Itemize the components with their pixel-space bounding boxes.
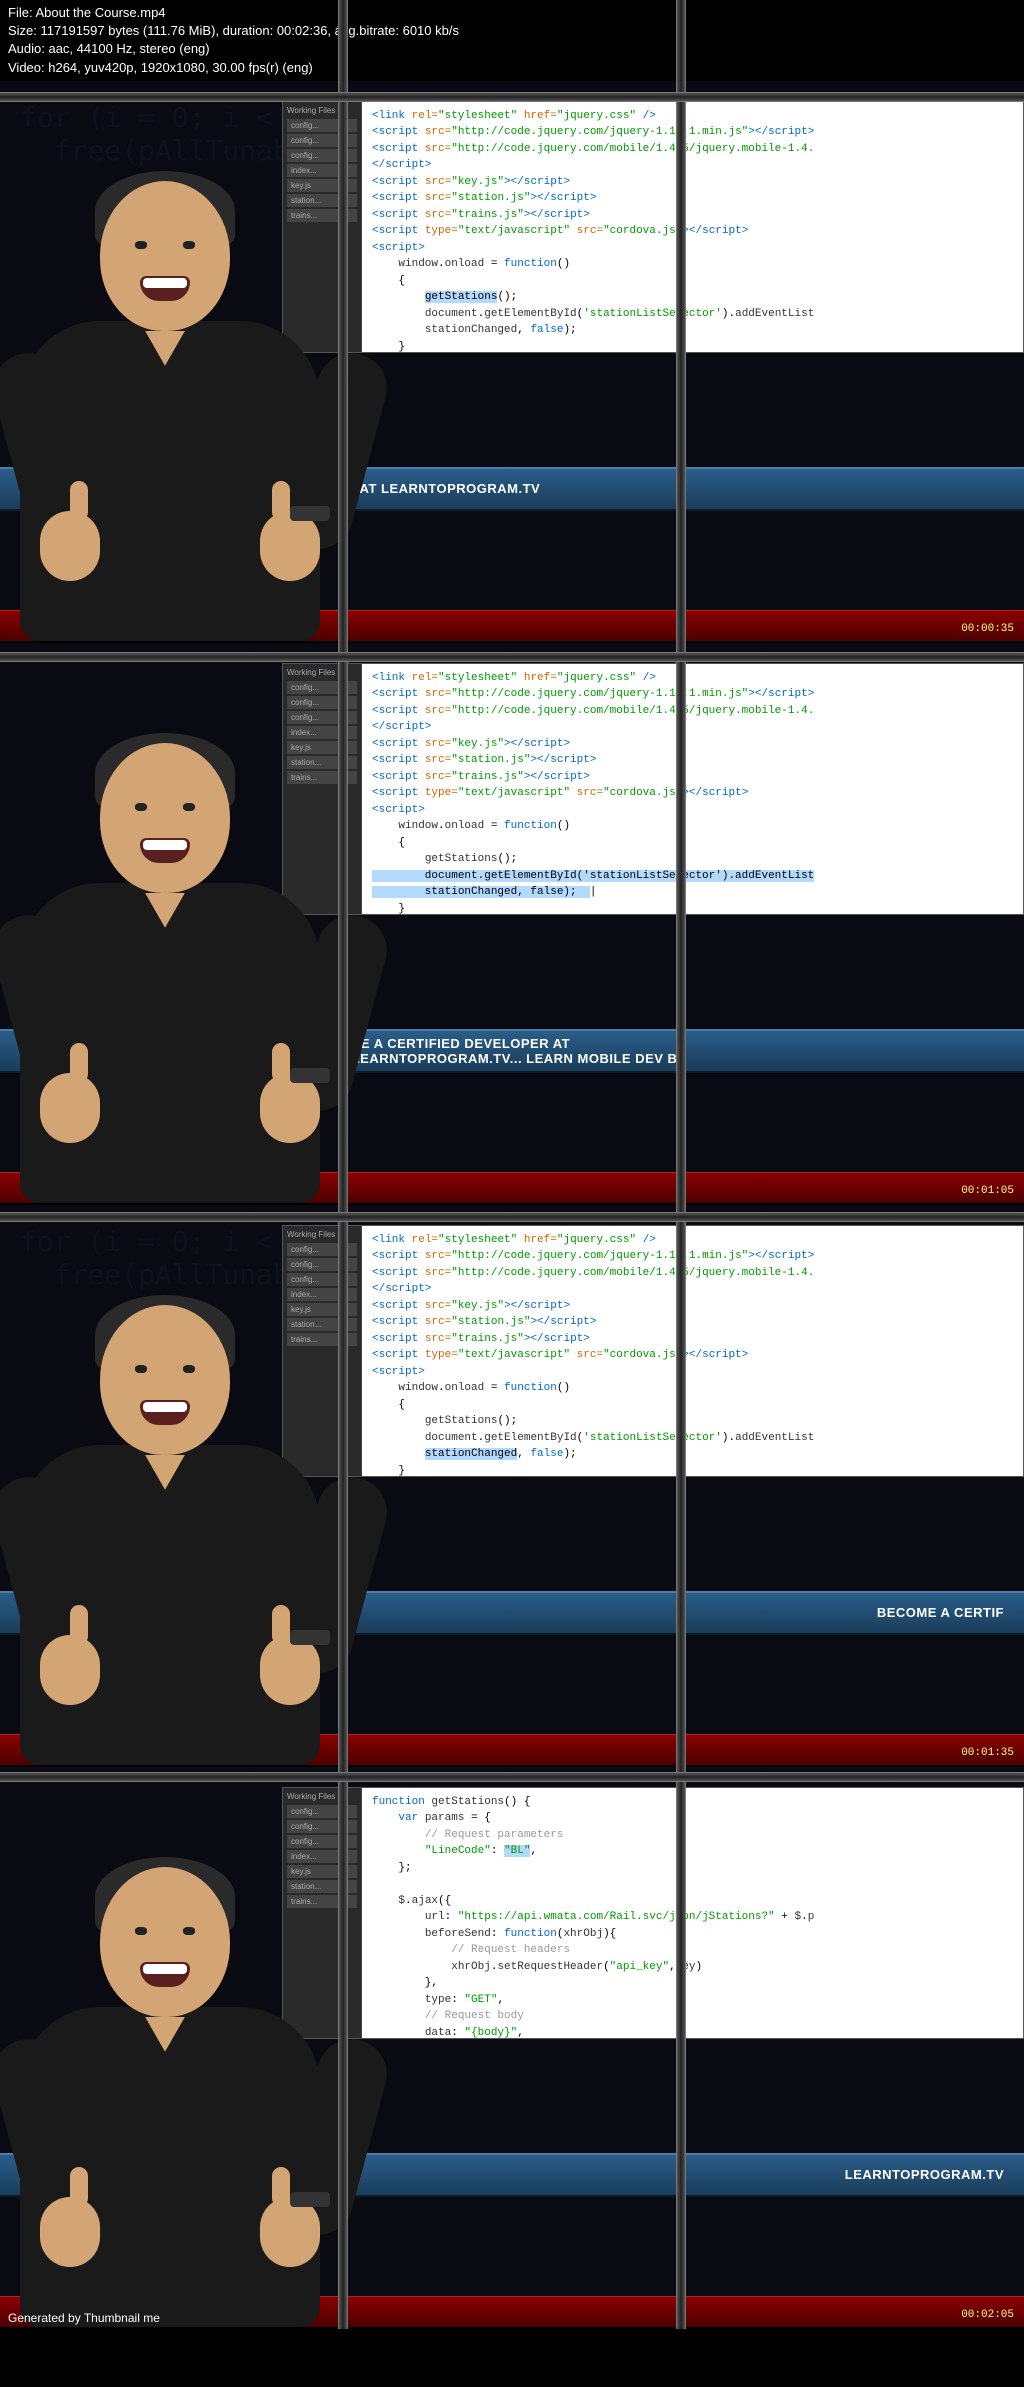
- file-info: File: About the Course.mp4 Size: 1171915…: [0, 0, 1024, 81]
- presenter: [0, 121, 360, 641]
- thumbnail-grid: for (i = 0; i < group_cnt; i++) free(pAl…: [0, 81, 1024, 2329]
- code-editor: Working Files config...config...config..…: [282, 1225, 1024, 1477]
- thumbnail-3: for (i = 0; i < group_cnt->nblocks; i++)…: [0, 1205, 1024, 1767]
- code-editor: Working Files config...config...config..…: [282, 1787, 1024, 2039]
- thumbnail-1: for (i = 0; i < group_cnt; i++) free(pAl…: [0, 81, 1024, 643]
- code-editor: Working Files config...config...config..…: [282, 663, 1024, 915]
- thumbnail-4: Working Files config...config...config..…: [0, 1767, 1024, 2329]
- code-area: <link rel="stylesheet" href="jquery.css"…: [362, 102, 1023, 352]
- thumbnail-2: Working Files config...config...config..…: [0, 643, 1024, 1205]
- code-editor: Working Files config...config...config..…: [282, 101, 1024, 353]
- timestamp: 00:00:35: [961, 623, 1014, 635]
- generator-label: Generated by Thumbnail me: [8, 2311, 160, 2325]
